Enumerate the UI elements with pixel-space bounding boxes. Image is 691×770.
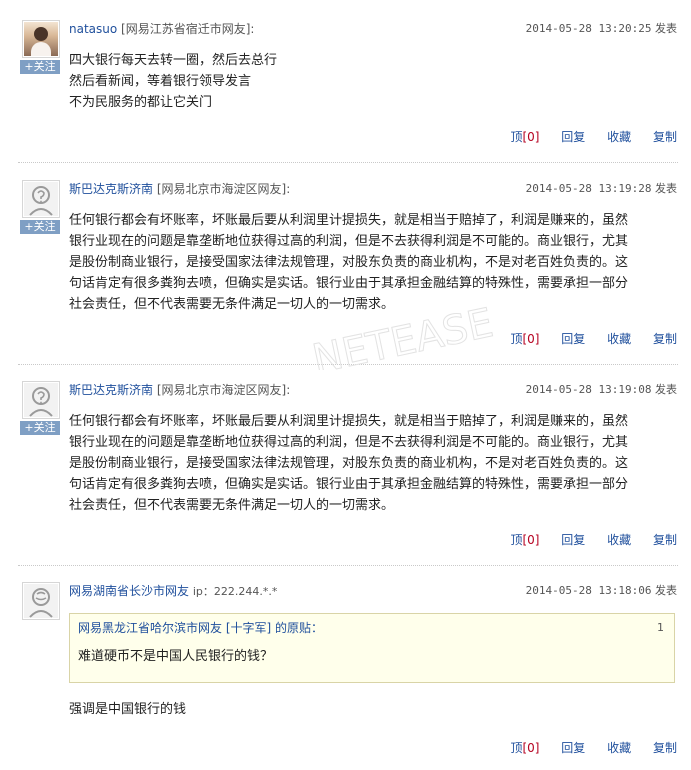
quote-header[interactable]: 网易黑龙江省哈尔滨市网友 [十字军] 的原贴： (78, 620, 323, 636)
publish-label: 发表 (655, 383, 677, 396)
favorite-button[interactable]: 收藏 (607, 130, 631, 144)
favorite-button[interactable]: 收藏 (607, 533, 631, 547)
comment-line: 句话肯定有很多粪狗去喷，但确实是实话。银行业由于其承担金融结算的特殊性，需要承担… (69, 477, 629, 492)
follow-label: 关注 (33, 60, 56, 73)
comment-line: 然后看新闻，等着银行领导发言 (69, 74, 252, 89)
author-line: 网易湖南省长沙市网友 ip：222.244.*.* (69, 582, 277, 601)
follow-button[interactable]: +关注 (20, 220, 60, 234)
default-avatar-icon (24, 182, 58, 216)
avatar[interactable] (22, 20, 60, 58)
upvote-label: 顶 (510, 332, 523, 346)
comment-line: 社会责任，但不代表需要无条件满足一切人的一切需求。 (69, 498, 395, 513)
favorite-button[interactable]: 收藏 (607, 741, 631, 755)
upvote-button[interactable]: 顶[0] (492, 332, 539, 346)
comment-body: 任何银行都会有坏账率，坏账最后要从利润里计提损失，就是相当于赔掉了，利润是赚来的… (69, 210, 675, 315)
post-time: 2014-05-28 13:20:25 发表 (526, 20, 677, 38)
comment-body: 任何银行都会有坏账率，坏账最后要从利润里计提损失，就是相当于赔掉了，利润是赚来的… (69, 411, 675, 516)
upvote-label: 顶 (510, 533, 523, 547)
reply-button[interactable]: 回复 (561, 741, 585, 755)
avatar[interactable] (22, 180, 60, 218)
author-line: 斯巴达克斯济南 [网易北京市海淀区网友]: (69, 182, 291, 196)
author-location: [网易北京市海淀区网友] (156, 383, 287, 397)
timestamp: 2014-05-28 13:20:25 (525, 22, 652, 35)
copy-button[interactable]: 复制 (653, 741, 677, 755)
comment-line: 四大银行每天去转一圈，然后去总行 (69, 53, 278, 68)
publish-label: 发表 (655, 584, 677, 597)
author-location: [网易北京市海淀区网友] (156, 182, 287, 196)
comment-line: 银行业现在的问题是靠垄断地位获得过高的利润，但是不去获得利润是不可能的。商业银行… (69, 234, 629, 249)
comment-actions: 顶[0] 回复 收藏 复制 (492, 531, 677, 549)
copy-button[interactable]: 复制 (653, 332, 677, 346)
divider (18, 565, 678, 566)
author-name[interactable]: 斯巴达克斯济南 (69, 383, 153, 397)
ip-address: 222.244.*.* (213, 585, 278, 598)
upvote-label: 顶 (510, 741, 523, 755)
user-photo-icon (24, 22, 58, 56)
comment-actions: 顶[0] 回复 收藏 复制 (492, 739, 677, 757)
comment-line: 是股份制商业银行，是接受国家法律法规管理，对股东负责的商业机构，不是对老百姓负责… (69, 255, 629, 270)
author-name[interactable]: 网易湖南省长沙市网友 (69, 584, 189, 598)
ip-label: ip： (192, 585, 214, 598)
upvote-count: [0] (522, 130, 540, 144)
follow-button[interactable]: +关注 (20, 60, 60, 74)
comment-line: 句话肯定有很多粪狗去喷，但确实是实话。银行业由于其承担金融结算的特殊性，需要承担… (69, 276, 629, 291)
quote-floor-number: 1 (657, 621, 664, 634)
comment-line: 任何银行都会有坏账率，坏账最后要从利润里计提损失，就是相当于赔掉了，利润是赚来的… (69, 414, 629, 429)
upvote-count: [0] (522, 533, 540, 547)
follow-button[interactable]: +关注 (20, 421, 60, 435)
timestamp: 2014-05-28 13:18:06 (525, 584, 652, 597)
timestamp: 2014-05-28 13:19:08 (525, 383, 652, 396)
author-name[interactable]: natasuo (69, 22, 117, 36)
author-line: 斯巴达克斯济南 [网易北京市海淀区网友]: (69, 383, 291, 397)
copy-button[interactable]: 复制 (653, 533, 677, 547)
default-avatar-icon (24, 383, 58, 417)
quote-text: 难道硬币不是中国人民银行的钱？ (78, 649, 274, 664)
divider (18, 162, 678, 163)
upvote-button[interactable]: 顶[0] (492, 741, 539, 755)
comment-line: 任何银行都会有坏账率，坏账最后要从利润里计提损失，就是相当于赔掉了，利润是赚来的… (69, 213, 629, 228)
avatar[interactable] (22, 381, 60, 419)
copy-button[interactable]: 复制 (653, 130, 677, 144)
follow-label: 关注 (33, 421, 56, 434)
upvote-button[interactable]: 顶[0] (492, 130, 539, 144)
publish-label: 发表 (655, 182, 677, 195)
author-line: natasuo [网易江苏省宿迁市网友]: (69, 22, 255, 36)
comment-body: 四大银行每天去转一圈，然后去总行 然后看新闻，等着银行领导发言 不为民服务的都让… (69, 50, 675, 113)
comment-actions: 顶[0] 回复 收藏 复制 (492, 330, 677, 348)
post-time: 2014-05-28 13:18:06 发表 (526, 582, 677, 600)
post-time: 2014-05-28 13:19:28 发表 (526, 180, 677, 198)
comment-line: 是股份制商业银行，是接受国家法律法规管理，对股东负责的商业机构，不是对老百姓负责… (69, 456, 629, 471)
author-location: [网易江苏省宿迁市网友] (121, 22, 251, 36)
default-avatar-icon (24, 584, 58, 618)
follow-label: 关注 (33, 220, 56, 233)
comment-line: 不为民服务的都让它关门 (69, 95, 213, 110)
upvote-label: 顶 (510, 130, 523, 144)
publish-label: 发表 (655, 22, 677, 35)
reply-button[interactable]: 回复 (561, 533, 585, 547)
reply-button[interactable]: 回复 (561, 332, 585, 346)
upvote-button[interactable]: 顶[0] (492, 533, 539, 547)
author-name[interactable]: 斯巴达克斯济南 (69, 182, 153, 196)
comment-line: 银行业现在的问题是靠垄断地位获得过高的利润，但是不去获得利润是不可能的。商业银行… (69, 435, 629, 450)
divider (18, 364, 678, 365)
comment-body: 强调是中国银行的钱 (69, 699, 675, 720)
upvote-count: [0] (522, 332, 540, 346)
comment-line: 强调是中国银行的钱 (69, 702, 187, 717)
quoted-post: 网易黑龙江省哈尔滨市网友 [十字军] 的原贴： 1 难道硬币不是中国人民银行的钱… (69, 613, 675, 683)
favorite-button[interactable]: 收藏 (607, 332, 631, 346)
upvote-count: [0] (522, 741, 540, 755)
comment-line: 社会责任，但不代表需要无条件满足一切人的一切需求。 (69, 297, 395, 312)
avatar[interactable] (22, 582, 60, 620)
post-time: 2014-05-28 13:19:08 发表 (526, 381, 677, 399)
reply-button[interactable]: 回复 (561, 130, 585, 144)
timestamp: 2014-05-28 13:19:28 (525, 182, 652, 195)
comment-actions: 顶[0] 回复 收藏 复制 (492, 128, 677, 146)
